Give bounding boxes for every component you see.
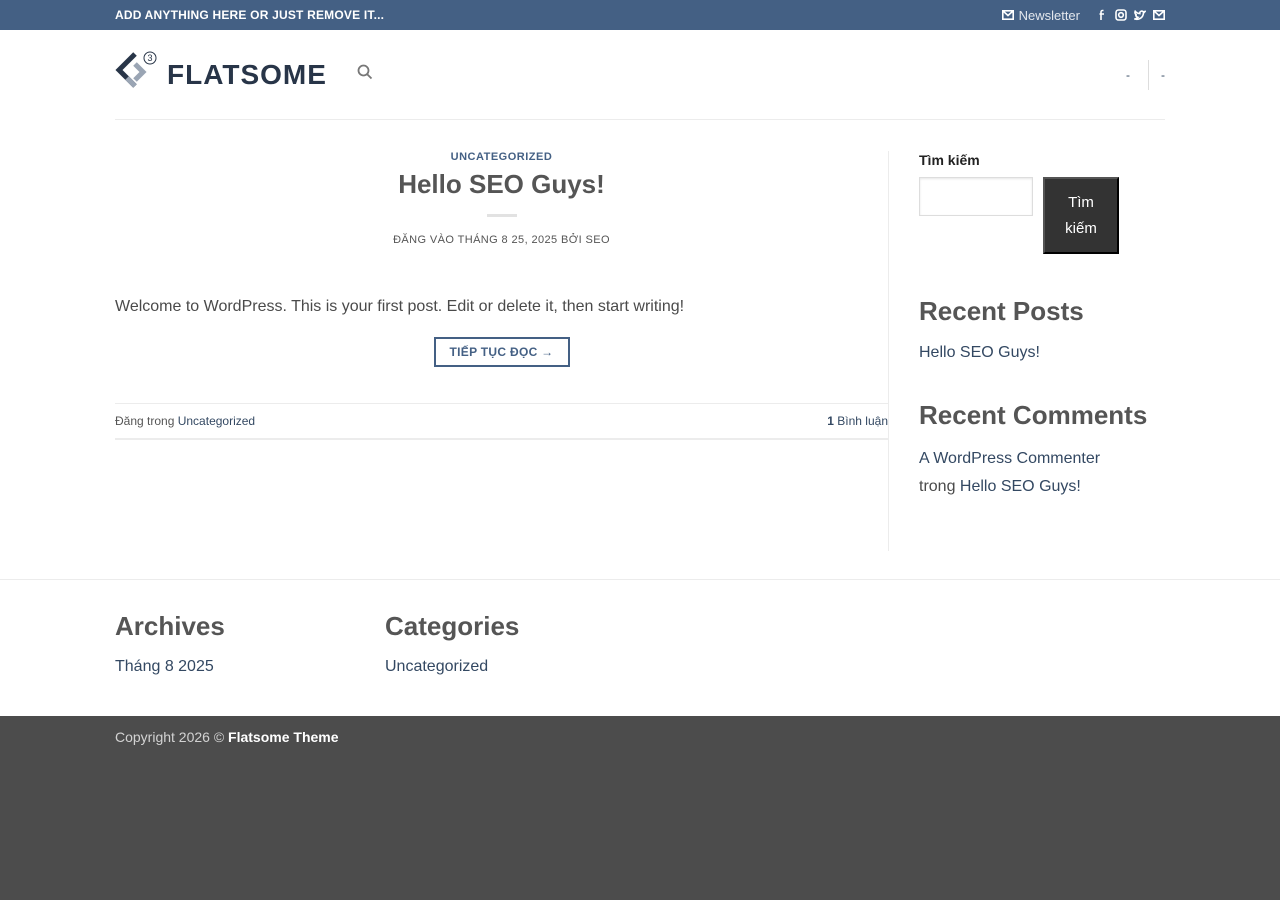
comment-post-link[interactable]: Hello SEO Guys!: [960, 478, 1081, 495]
logo-badge: 3: [147, 53, 152, 63]
twitter-icon[interactable]: [1134, 9, 1146, 21]
footer-widgets: Archives Tháng 8 2025 Categories Uncateg…: [0, 579, 1280, 716]
categories-title: Categories: [385, 611, 520, 641]
recent-comment-item: A WordPress Commenter trong Hello SEO Gu…: [919, 445, 1165, 501]
comment-label: Bình luận: [837, 414, 888, 428]
header-nav-item-1[interactable]: -: [1126, 68, 1130, 82]
logo-text: FLATSOME: [167, 58, 327, 90]
post-title[interactable]: Hello SEO Guys!: [398, 169, 605, 199]
header-divider: [1148, 59, 1149, 90]
search-icon: [357, 64, 373, 85]
categories-widget: Categories Uncategorized: [385, 611, 655, 676]
sidebar: Tìm kiếm Tìm kiếm Recent Posts Hello SEO…: [888, 151, 1165, 551]
logo-mark-icon: 3: [115, 50, 159, 99]
facebook-icon[interactable]: [1096, 9, 1108, 21]
archives-link[interactable]: Tháng 8 2025: [115, 658, 214, 675]
post-footer-category-link[interactable]: Uncategorized: [178, 414, 255, 428]
categories-link[interactable]: Uncategorized: [385, 658, 488, 675]
newsletter-label: Newsletter: [1018, 7, 1080, 23]
sidebar-search-button[interactable]: Tìm kiếm: [1043, 177, 1119, 254]
search-widget-title: Tìm kiếm: [919, 152, 980, 168]
comments-link[interactable]: 1 Bình luận: [827, 414, 888, 428]
recent-post-link[interactable]: Hello SEO Guys!: [919, 344, 1040, 361]
comment-count: 1: [827, 414, 834, 428]
title-divider: [486, 214, 517, 217]
envelope-icon: [1001, 8, 1014, 23]
post-footer-prefix: Đăng trong: [115, 414, 175, 428]
top-bar: ADD ANYTHING HERE OR JUST REMOVE IT... N…: [0, 0, 1280, 30]
comment-author-link[interactable]: A WordPress Commenter: [919, 450, 1100, 467]
site-logo[interactable]: 3 FLATSOME: [115, 50, 327, 99]
sidebar-search-input[interactable]: [919, 177, 1033, 216]
instagram-icon[interactable]: [1115, 9, 1127, 21]
recent-posts-title: Recent Posts: [919, 296, 1084, 326]
site-header: 3 FLATSOME - -: [0, 30, 1280, 121]
archives-widget: Archives Tháng 8 2025: [115, 611, 385, 676]
newsletter-link[interactable]: Newsletter: [1001, 7, 1080, 23]
post-category-link[interactable]: UNCATEGORIZED: [451, 151, 553, 163]
copyright-bar: Copyright 2026 © Flatsome Theme: [0, 716, 1280, 900]
post-footer: Đăng trong Uncategorized 1 Bình luận: [115, 403, 888, 440]
comment-on-label: trong: [919, 478, 956, 495]
archives-title: Archives: [115, 611, 225, 641]
main-content: UNCATEGORIZED Hello SEO Guys! ĐĂNG VÀO T…: [0, 121, 1280, 579]
post-excerpt: Welcome to WordPress. This is your first…: [115, 298, 685, 315]
header-search-button[interactable]: [357, 64, 373, 85]
topbar-message: ADD ANYTHING HERE OR JUST REMOVE IT...: [115, 8, 385, 22]
recent-comments-title: Recent Comments: [919, 400, 1148, 430]
post-meta: ĐĂNG VÀO THÁNG 8 25, 2025 BỞI SEO: [393, 234, 610, 246]
email-icon[interactable]: [1153, 9, 1165, 21]
header-nav-item-2[interactable]: -: [1161, 68, 1165, 82]
read-more-button[interactable]: TIẾP TỤC ĐỌC →: [433, 337, 570, 367]
copyright-brand: Flatsome Theme: [228, 729, 339, 745]
post-area: UNCATEGORIZED Hello SEO Guys! ĐĂNG VÀO T…: [115, 151, 888, 551]
social-icons: [1096, 9, 1165, 21]
copyright-text: Copyright 2026 ©: [115, 729, 225, 745]
